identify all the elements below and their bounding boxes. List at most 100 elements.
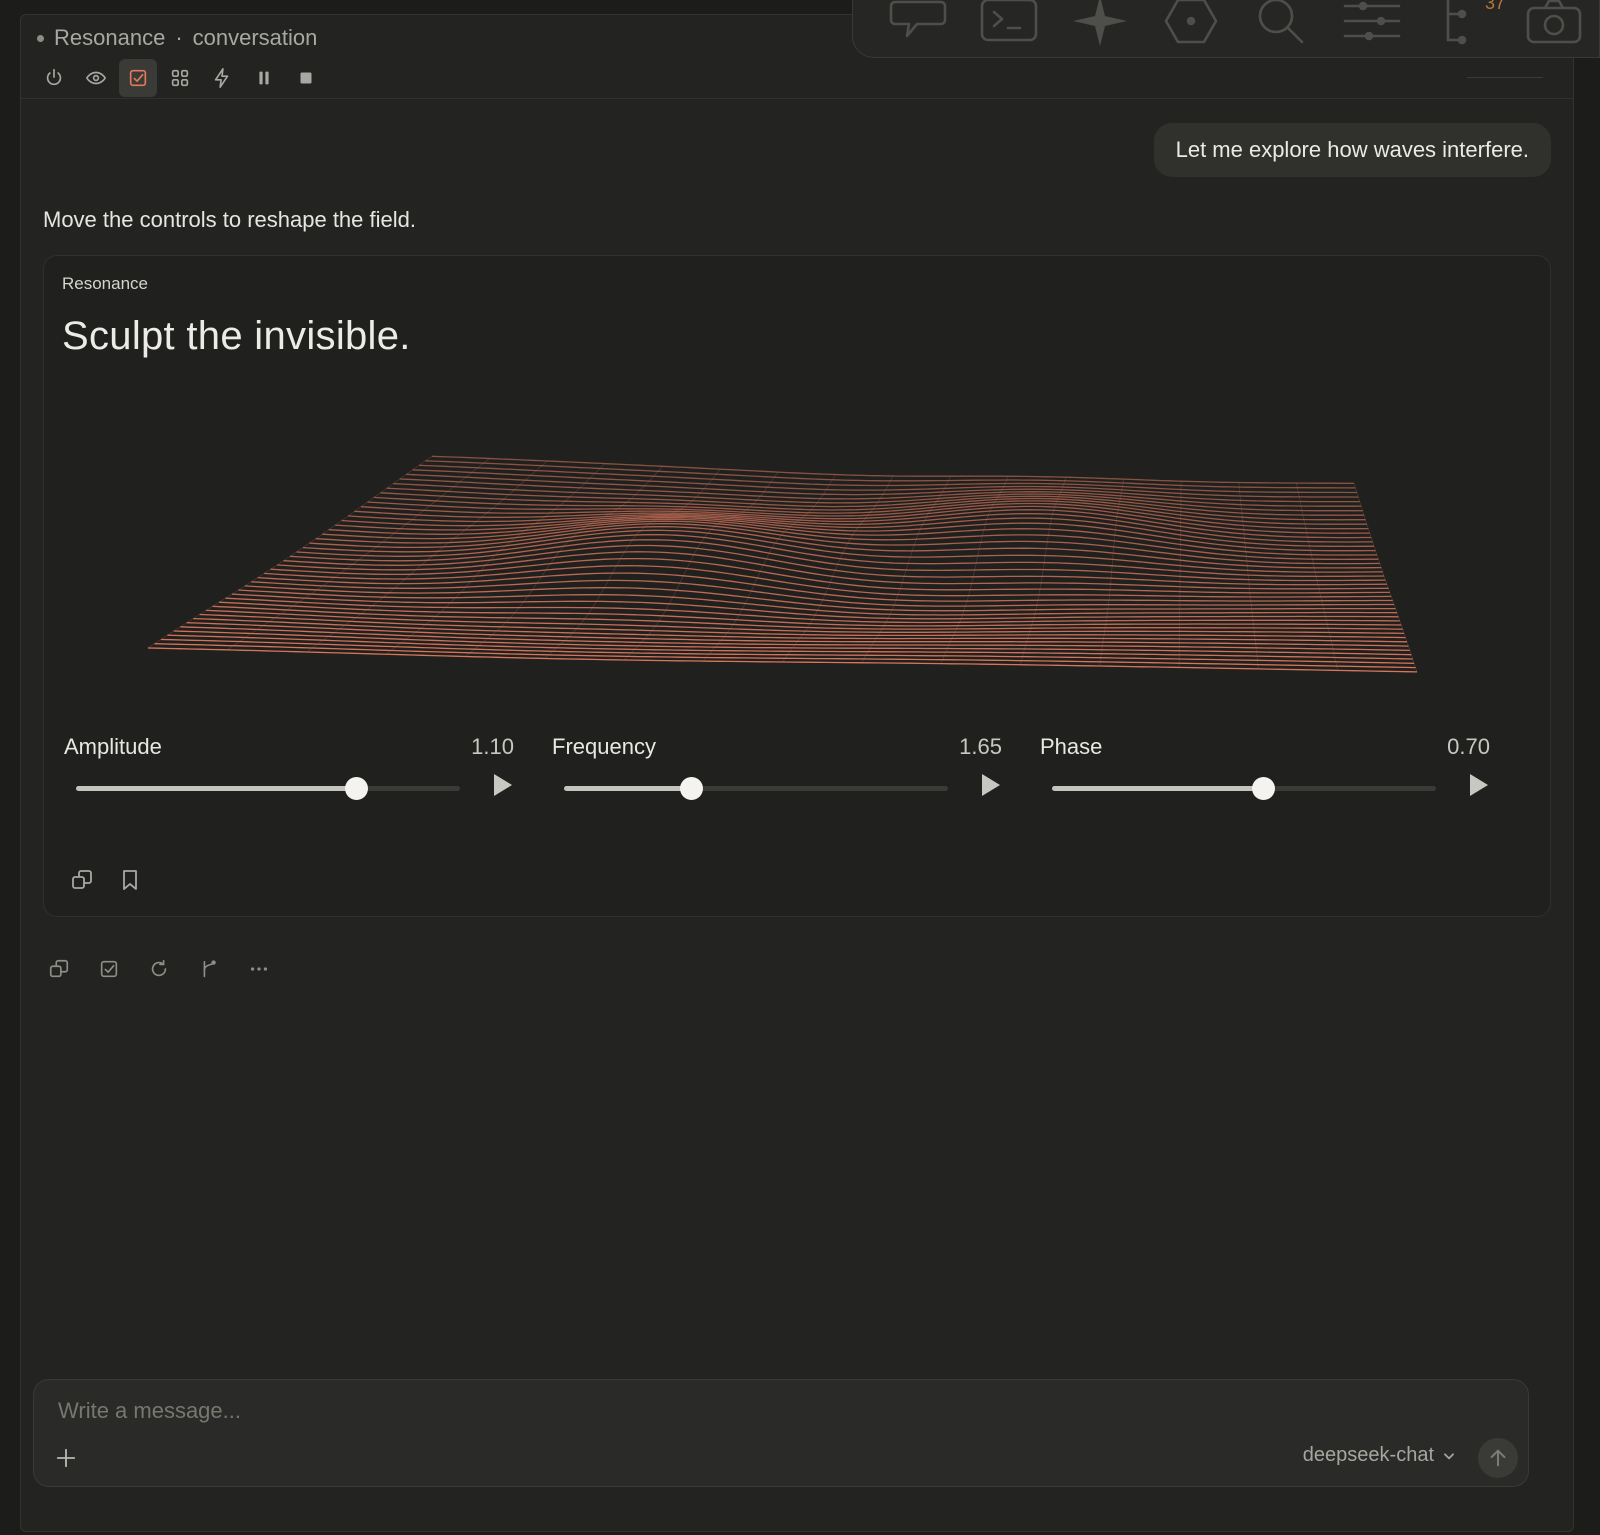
- wave-mesh-column: [1020, 477, 1067, 665]
- retry-icon: [151, 959, 167, 977]
- dock-badge: 37: [1485, 0, 1506, 13]
- stop-button[interactable]: [287, 59, 325, 97]
- wave-mesh-column: [1353, 483, 1418, 673]
- more-button[interactable]: [245, 955, 273, 983]
- phase-slider-thumb[interactable]: [1252, 777, 1276, 800]
- phase-slider[interactable]: [1052, 777, 1436, 800]
- user-message: Let me explore how waves interfere.: [1153, 123, 1551, 177]
- hexagon-icon: [1164, 0, 1217, 44]
- controls: Amplitude 1.10 Frequency 1.65 Phase 0.70: [64, 734, 1534, 814]
- wave-mesh-line: [406, 473, 1360, 503]
- frequency-value: 1.65: [959, 734, 1002, 759]
- frequency-slider-fill: [564, 786, 691, 791]
- chat-bubble-icon: [890, 0, 947, 38]
- message-input[interactable]: [58, 1396, 1158, 1426]
- phase-label: Phase: [1040, 734, 1103, 759]
- stop-icon: [300, 72, 312, 84]
- window-title-text: Resonance: [54, 25, 166, 50]
- retry-button[interactable]: [145, 955, 173, 983]
- card-actions: [70, 868, 142, 892]
- copy-icon: [49, 959, 69, 978]
- wave-field-visualization[interactable]: [44, 436, 1552, 696]
- model-name: deepseek-chat: [1302, 1444, 1434, 1466]
- frequency-play-button[interactable]: [982, 774, 1000, 796]
- frequency-control: Frequency 1.65: [552, 734, 1010, 814]
- wave-mesh-line: [218, 601, 1402, 627]
- assistant-message: Move the controls to reshape the field.: [43, 207, 416, 232]
- dock-sparkle-button[interactable]: [1055, 0, 1146, 51]
- send-button[interactable]: [1478, 1438, 1518, 1478]
- bookmark-icon[interactable]: [118, 868, 142, 892]
- phase-value: 0.70: [1447, 734, 1490, 759]
- select-message-button[interactable]: [95, 955, 123, 983]
- amplitude-slider[interactable]: [76, 777, 460, 800]
- wave-mesh-line: [302, 529, 1383, 573]
- wave-mesh-line: [412, 469, 1359, 498]
- amplitude-slider-fill: [76, 786, 357, 791]
- power-icon: [46, 68, 62, 86]
- window-subtitle: conversation: [192, 25, 318, 50]
- dock-sliders-button[interactable]: [1327, 0, 1418, 51]
- amplitude-slider-thumb[interactable]: [345, 777, 369, 800]
- grid-button[interactable]: [161, 59, 199, 97]
- copy-message-button[interactable]: [45, 955, 73, 983]
- dock-hexagon-button[interactable]: [1145, 0, 1236, 51]
- message-actions: [45, 955, 273, 983]
- checkbox-icon: [129, 69, 147, 87]
- dock-search-button[interactable]: [1236, 0, 1327, 51]
- copy-icon[interactable]: [70, 868, 94, 892]
- branch-icon: [203, 960, 216, 978]
- composer: deepseek-chat: [33, 1379, 1529, 1487]
- branch-button[interactable]: [195, 955, 223, 983]
- dock-camera-button[interactable]: [1508, 0, 1599, 51]
- dock-chat-button[interactable]: [873, 0, 964, 51]
- checkbox-button[interactable]: [119, 59, 157, 97]
- resonance-card: Resonance Sculpt the invisible. Amplitud…: [43, 255, 1551, 917]
- amplitude-value: 1.10: [471, 734, 514, 759]
- arrow-up-icon: [1490, 1449, 1506, 1467]
- eye-button[interactable]: [77, 59, 115, 97]
- search-icon: [1259, 0, 1304, 44]
- wave-mesh-line: [296, 534, 1385, 578]
- camera-icon: [1526, 0, 1581, 44]
- wave-mesh-line: [425, 460, 1356, 489]
- wave-mesh-line: [419, 464, 1357, 494]
- chevron-down-icon: [1444, 1452, 1454, 1459]
- amplitude-control: Amplitude 1.10: [64, 734, 522, 814]
- power-button[interactable]: [35, 59, 73, 97]
- window-title: Resonance · conversation: [37, 25, 317, 51]
- eye-icon: [85, 71, 107, 85]
- amplitude-play-button[interactable]: [494, 774, 512, 796]
- wave-mesh-line: [431, 455, 1355, 485]
- dock-terminal-button[interactable]: [964, 0, 1055, 51]
- tool-dock: 37: [852, 0, 1600, 58]
- tree-icon: [1446, 0, 1467, 45]
- model-selector[interactable]: deepseek-chat: [1303, 1444, 1456, 1467]
- sliders-icon: [1343, 1, 1401, 41]
- app-window: Resonance · conversation Let me explore …: [20, 14, 1574, 1532]
- amplitude-label: Amplitude: [64, 734, 162, 759]
- header-divider: [1467, 77, 1543, 78]
- checkbox-icon: [100, 960, 118, 978]
- frequency-slider[interactable]: [564, 777, 948, 800]
- phase-control: Phase 0.70: [1040, 734, 1498, 814]
- frequency-label: Frequency: [552, 734, 656, 759]
- grid-icon: [171, 69, 189, 87]
- frequency-slider-thumb[interactable]: [679, 777, 703, 800]
- pause-icon: [259, 71, 269, 85]
- bolt-icon: [214, 68, 229, 88]
- bolt-button[interactable]: [203, 59, 241, 97]
- status-dot: [37, 34, 44, 42]
- toolbar: [35, 59, 325, 97]
- card-title: Sculpt the invisible.: [62, 314, 411, 358]
- plus-icon: [56, 1448, 76, 1468]
- pause-button[interactable]: [245, 59, 283, 97]
- phase-slider-fill: [1052, 786, 1264, 791]
- sparkle-icon: [1072, 0, 1127, 46]
- title-separator: ·: [175, 25, 183, 50]
- phase-play-button[interactable]: [1470, 774, 1488, 796]
- terminal-icon: [980, 0, 1038, 42]
- attach-button[interactable]: [50, 1442, 82, 1474]
- card-kicker: Resonance: [62, 274, 149, 293]
- more-icon: [250, 967, 268, 971]
